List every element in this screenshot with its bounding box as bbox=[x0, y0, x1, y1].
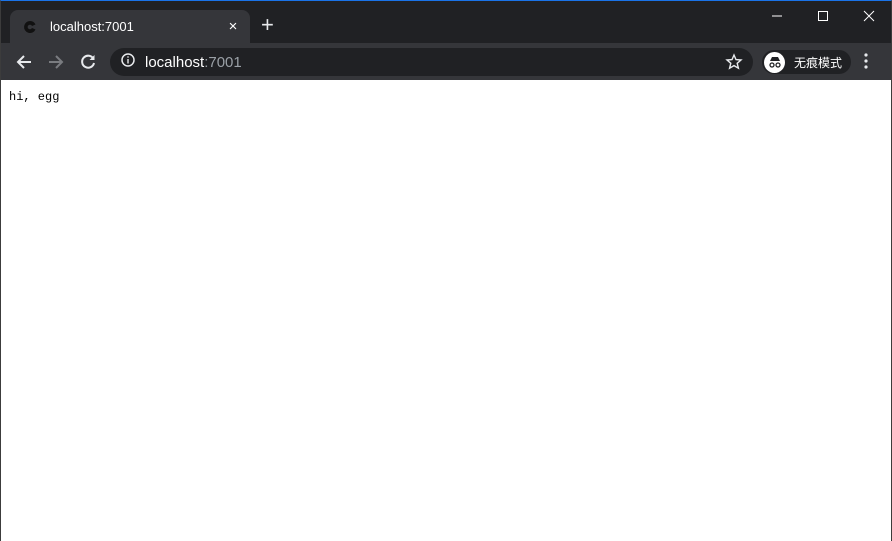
tab-title: localhost:7001 bbox=[50, 19, 134, 34]
url-host: localhost bbox=[145, 53, 205, 71]
incognito-label: 无痕模式 bbox=[794, 55, 843, 70]
toolbar: localhost:7001 无痕模式 bbox=[1, 43, 891, 80]
back-button[interactable] bbox=[13, 51, 35, 73]
page-content: hi, egg bbox=[1, 80, 891, 541]
info-icon[interactable] bbox=[121, 52, 135, 72]
more-menu-icon[interactable] bbox=[863, 52, 869, 75]
address-bar[interactable]: localhost:7001 bbox=[110, 48, 753, 76]
close-window-button[interactable] bbox=[846, 5, 892, 27]
egg-favicon-icon bbox=[22, 19, 38, 35]
incognito-icon bbox=[764, 51, 785, 73]
minimize-button[interactable] bbox=[754, 5, 800, 27]
browser-window: localhost:7001 × + localhost:7001 无痕模式 h… bbox=[0, 0, 892, 541]
url-text: localhost:7001 bbox=[145, 54, 242, 71]
page-text: hi, egg bbox=[9, 90, 60, 104]
tab-close-button[interactable]: × bbox=[220, 18, 246, 35]
incognito-badge[interactable]: 无痕模式 bbox=[762, 50, 851, 74]
reload-button[interactable] bbox=[77, 51, 99, 73]
title-bar: localhost:7001 × + bbox=[1, 1, 891, 43]
tab-active[interactable]: localhost:7001 × bbox=[10, 10, 250, 43]
bookmark-star-icon[interactable] bbox=[725, 53, 743, 76]
new-tab-button[interactable]: + bbox=[261, 14, 274, 36]
url-port: :7001 bbox=[204, 53, 242, 71]
maximize-button[interactable] bbox=[800, 5, 846, 27]
forward-button[interactable] bbox=[45, 51, 67, 73]
